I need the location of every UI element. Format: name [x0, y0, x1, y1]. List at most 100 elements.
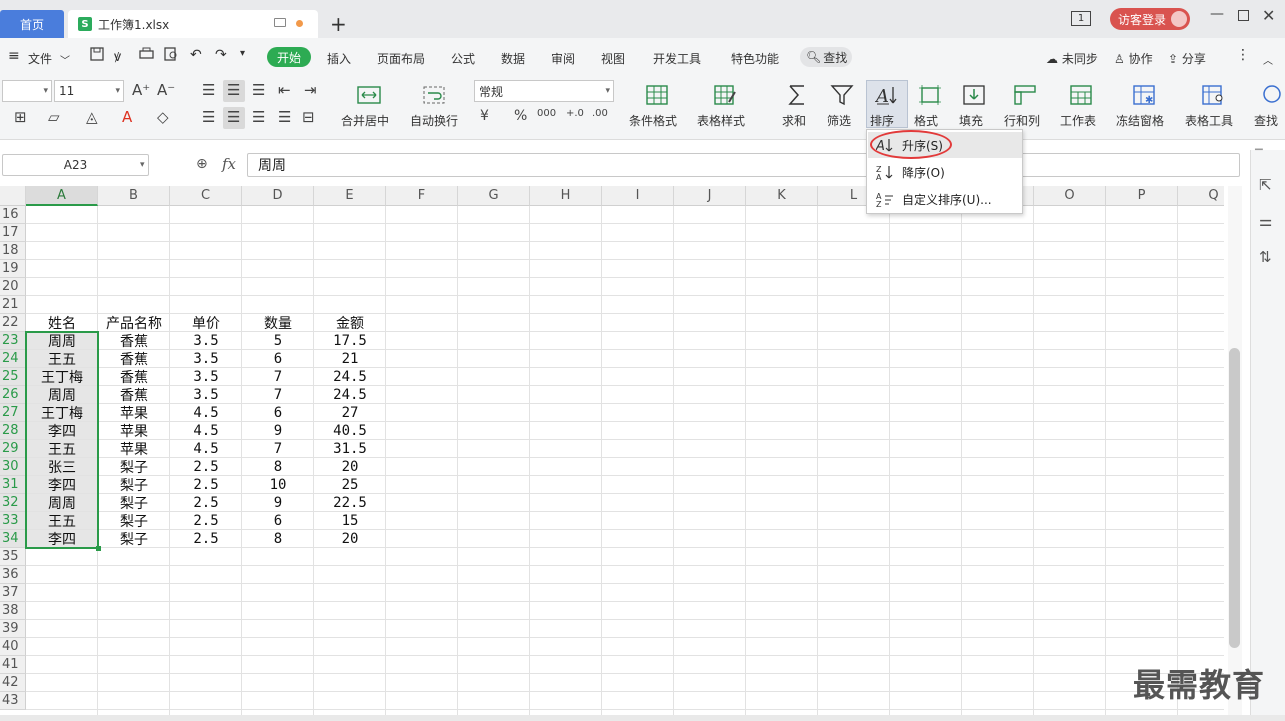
corner-cell[interactable]	[0, 186, 26, 206]
table-cell[interactable]: 15	[314, 512, 386, 530]
table-cell[interactable]: 40.5	[314, 422, 386, 440]
wrap-text-label[interactable]: 自动换行	[410, 112, 458, 129]
print-icon[interactable]	[139, 47, 154, 64]
table-cell[interactable]: 梨子	[98, 512, 170, 530]
column-header-e[interactable]: E	[314, 186, 386, 206]
align-center-icon[interactable]: ☰	[227, 108, 240, 126]
find-icon[interactable]	[1255, 82, 1285, 108]
row-header[interactable]: 36	[0, 566, 26, 584]
percent-icon[interactable]: %	[514, 108, 527, 124]
row-header[interactable]: 19	[0, 260, 26, 278]
eraser-icon[interactable]: ◇	[157, 108, 169, 126]
table-header-cell[interactable]: 数量	[242, 314, 314, 332]
worksheet-label[interactable]: 工作表	[1060, 112, 1096, 129]
table-cell[interactable]: 8	[242, 530, 314, 548]
row-header[interactable]: 25	[0, 368, 26, 386]
menu-page-layout[interactable]: 页面布局	[377, 50, 425, 67]
decimal-decrease-icon[interactable]: .00	[592, 108, 608, 119]
conditional-format-label[interactable]: 条件格式	[629, 112, 677, 129]
tab-home[interactable]: 首页	[0, 10, 64, 38]
row-header[interactable]: 20	[0, 278, 26, 296]
table-cell[interactable]: 3.5	[170, 386, 242, 404]
sum-icon[interactable]	[780, 82, 814, 108]
table-cell[interactable]: 2.5	[170, 458, 242, 476]
menu-start[interactable]: 开始	[267, 47, 311, 67]
guest-login-button[interactable]: 访客登录	[1110, 8, 1190, 30]
row-header[interactable]: 41	[0, 656, 26, 674]
table-cell[interactable]: 6	[242, 404, 314, 422]
collapse-ribbon-icon[interactable]: ︿	[1263, 52, 1273, 67]
find-label[interactable]: 查找	[1254, 112, 1278, 129]
table-cell[interactable]: 7	[242, 386, 314, 404]
row-header[interactable]: 16	[0, 206, 26, 224]
sum-label[interactable]: 求和	[782, 112, 806, 129]
filter-label[interactable]: 筛选	[827, 112, 851, 129]
row-header[interactable]: 35	[0, 548, 26, 566]
column-header-o[interactable]: O	[1034, 186, 1106, 206]
align-top-icon[interactable]: ☰	[202, 81, 215, 99]
table-cell[interactable]: 5	[242, 332, 314, 350]
transfer-icon[interactable]: ⇅	[1259, 248, 1272, 266]
column-header-a[interactable]: A	[26, 186, 98, 206]
table-cell[interactable]: 7	[242, 368, 314, 386]
row-header[interactable]: 29	[0, 440, 26, 458]
table-cell[interactable]: 梨子	[98, 476, 170, 494]
table-tools-icon[interactable]	[1196, 82, 1230, 108]
column-header-k[interactable]: K	[746, 186, 818, 206]
table-cell[interactable]: 梨子	[98, 530, 170, 548]
freeze-panes-icon[interactable]: ✱	[1127, 82, 1161, 108]
filter-icon[interactable]	[825, 82, 859, 108]
monitor-icon[interactable]	[274, 18, 286, 27]
table-cell[interactable]: 24.5	[314, 386, 386, 404]
format-label[interactable]: 格式	[914, 112, 938, 129]
sort-descending-item[interactable]: ZA 降序(O)	[868, 159, 1022, 185]
merge-center-icon[interactable]	[352, 82, 386, 108]
row-header[interactable]: 32	[0, 494, 26, 512]
freeze-panes-label[interactable]: 冻结窗格	[1116, 112, 1164, 129]
row-header[interactable]: 28	[0, 422, 26, 440]
table-cell[interactable]: 6	[242, 350, 314, 368]
table-cell[interactable]: 2.5	[170, 476, 242, 494]
table-cell[interactable]: 17.5	[314, 332, 386, 350]
conditional-format-icon[interactable]	[640, 82, 674, 108]
search-button[interactable]: 🔍︎ 查找	[800, 47, 852, 67]
row-header[interactable]: 33	[0, 512, 26, 530]
fx-icon[interactable]: fx	[222, 155, 236, 173]
table-header-cell[interactable]: 单价	[170, 314, 242, 332]
fill-handle[interactable]	[96, 546, 101, 551]
table-cell[interactable]: 20	[314, 530, 386, 548]
number-format-combo[interactable]: 常规	[474, 80, 614, 102]
font-color-icon[interactable]: A	[122, 108, 132, 126]
menu-view[interactable]: 视图	[601, 50, 625, 67]
row-header[interactable]: 18	[0, 242, 26, 260]
table-cell[interactable]: 10	[242, 476, 314, 494]
row-header[interactable]: 42	[0, 674, 26, 692]
row-header[interactable]: 21	[0, 296, 26, 314]
menu-data[interactable]: 数据	[501, 50, 525, 67]
fill-icon[interactable]	[957, 82, 991, 108]
row-header[interactable]: 38	[0, 602, 26, 620]
wrap-text-icon[interactable]	[417, 82, 451, 108]
more-chevron-icon[interactable]: ▾	[240, 48, 245, 59]
table-cell[interactable]: 4.5	[170, 440, 242, 458]
increase-font-icon[interactable]: A⁺	[132, 81, 150, 99]
fill-label[interactable]: 填充	[959, 112, 983, 129]
table-cell[interactable]: 3.5	[170, 368, 242, 386]
column-header-p[interactable]: P	[1106, 186, 1178, 206]
table-cell[interactable]: 苹果	[98, 422, 170, 440]
share-button[interactable]: ⇪ 分享	[1168, 50, 1206, 67]
tab-workbook[interactable]: S 工作簿1.xlsx	[68, 10, 318, 38]
select-cursor-icon[interactable]: ⇱	[1259, 176, 1272, 194]
table-cell[interactable]: 3.5	[170, 332, 242, 350]
vertical-scroll-thumb[interactable]	[1229, 348, 1240, 648]
table-style-icon[interactable]	[708, 82, 742, 108]
sort-label[interactable]: 排序	[870, 112, 894, 129]
row-col-label[interactable]: 行和列	[1004, 112, 1040, 129]
column-header-q[interactable]: Q	[1178, 186, 1224, 206]
row-header[interactable]: 30	[0, 458, 26, 476]
table-cell[interactable]: 香蕉	[98, 386, 170, 404]
align-middle-icon[interactable]: ☰	[227, 81, 240, 99]
table-style-label[interactable]: 表格样式	[697, 112, 745, 129]
table-cell[interactable]: 香蕉	[98, 368, 170, 386]
table-header-cell[interactable]: 产品名称	[98, 314, 170, 332]
